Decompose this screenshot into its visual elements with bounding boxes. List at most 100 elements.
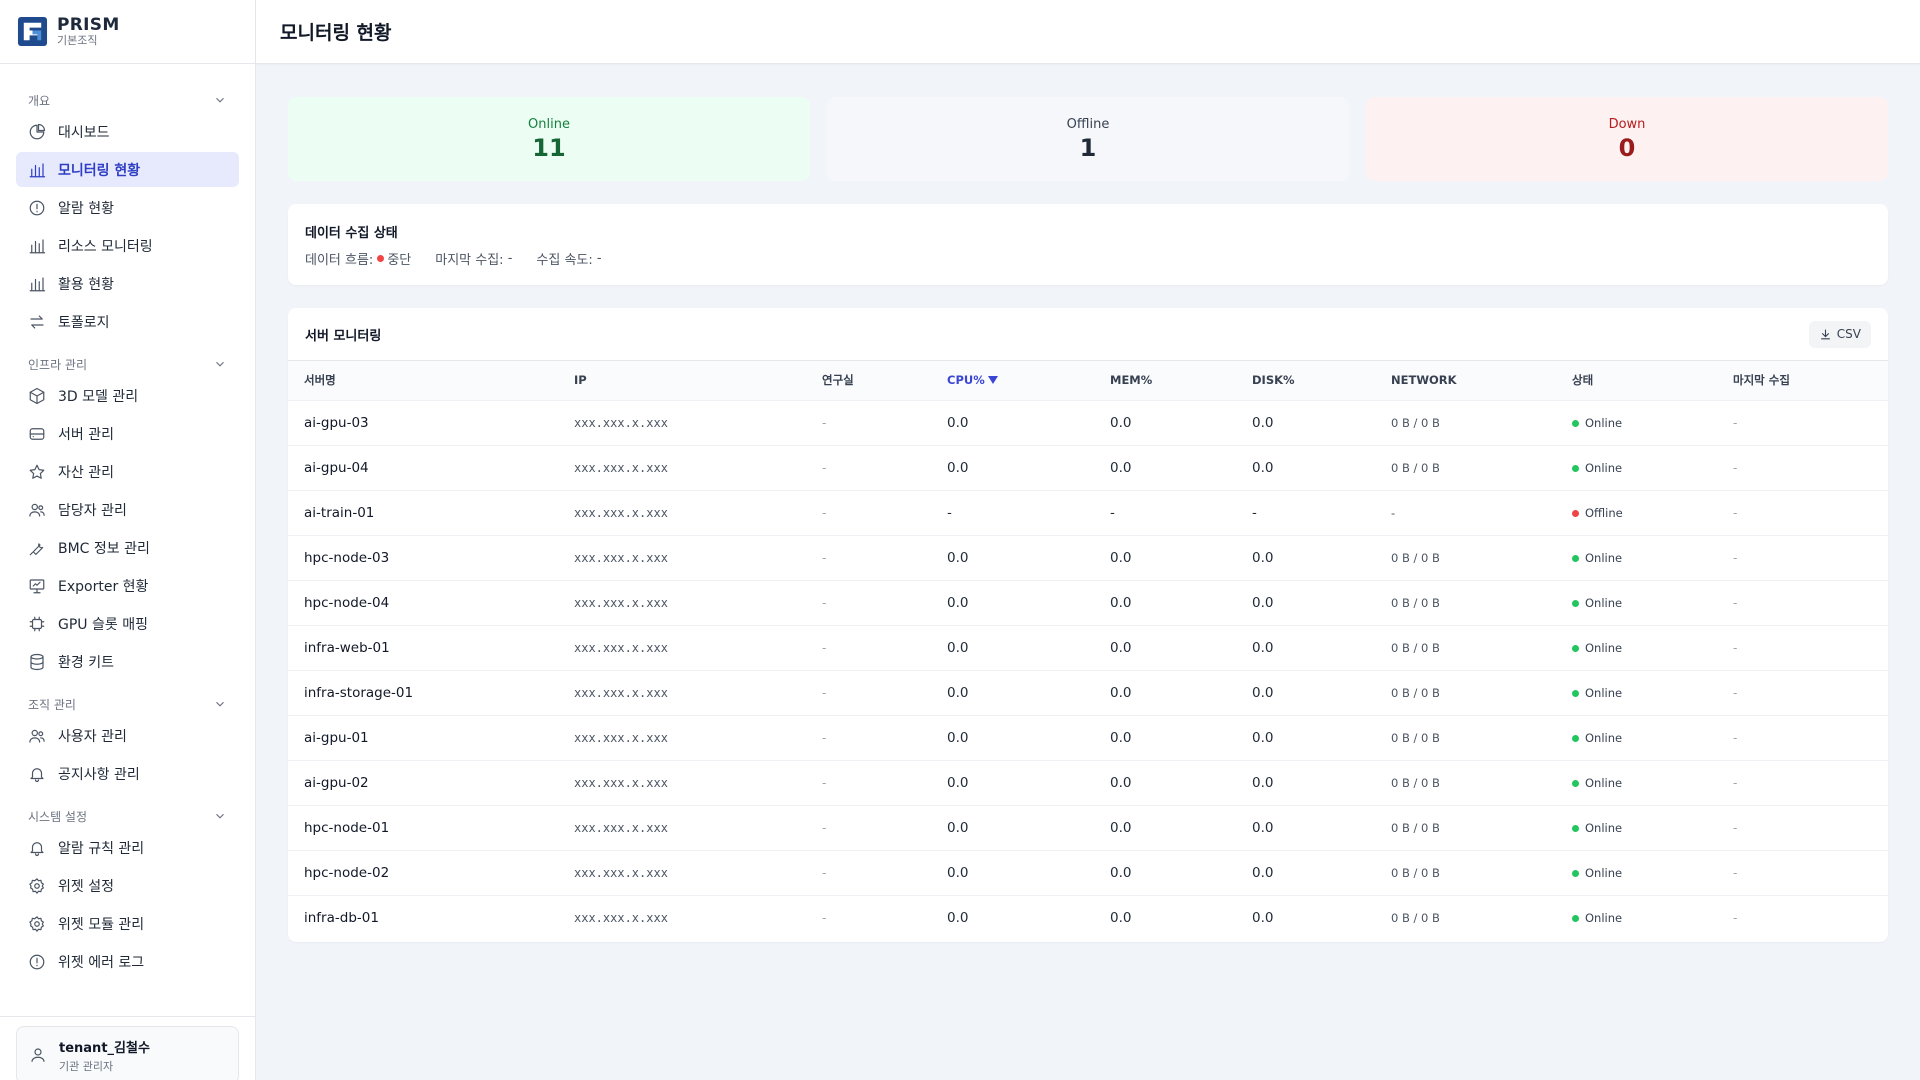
sidebar-item[interactable]: 환경 키트 bbox=[16, 644, 239, 679]
table-row[interactable]: ai-gpu-04 xxx.xxx.x.xxx - 0.0 0.0 0.0 0 B / 0 … bbox=[288, 445, 1888, 490]
sidebar-item[interactable]: GPU 슬롯 매핑 bbox=[16, 606, 239, 641]
table-row[interactable]: hpc-node-03 xxx.xxx.x.xxx - 0.0 0.0 0.0 0 B / … bbox=[288, 535, 1888, 580]
table-row[interactable]: infra-web-01 xxx.xxx.x.xxx - 0.0 0.0 0.0 0 B /… bbox=[288, 625, 1888, 670]
status-text: Online bbox=[1585, 730, 1623, 745]
column-header[interactable]: 연구실 bbox=[806, 361, 931, 401]
cell-cpu: 0.0 bbox=[947, 864, 969, 881]
column-header[interactable]: MEM% bbox=[1094, 361, 1236, 401]
sidebar-item[interactable]: 모니터링 현황 bbox=[16, 152, 239, 187]
cell-mem: - bbox=[1110, 504, 1115, 521]
table-row[interactable]: ai-gpu-02 xxx.xxx.x.xxx - 0.0 0.0 0.0 0 B / 0 … bbox=[288, 760, 1888, 805]
csv-download-button[interactable]: CSV bbox=[1808, 320, 1871, 348]
column-header[interactable]: 상태 bbox=[1556, 361, 1717, 401]
table-row[interactable]: infra-storage-01 xxx.xxx.x.xxx - 0.0 0.0 0.0 0… bbox=[288, 670, 1888, 715]
sidebar-item[interactable]: 사용자 관리 bbox=[16, 718, 239, 753]
cell-ip: xxx.xxx.x.xxx bbox=[574, 910, 668, 925]
cell-cpu: 0.0 bbox=[947, 684, 969, 701]
table-row[interactable]: infra-db-01 xxx.xxx.x.xxx - 0.0 0.0 0.0 0 B / … bbox=[288, 895, 1888, 940]
users-icon bbox=[29, 503, 45, 517]
cell-status: Online bbox=[1556, 715, 1717, 760]
sidebar-item[interactable]: 토폴로지 bbox=[16, 304, 239, 339]
nav-section-label: 조직 관리 bbox=[28, 697, 76, 712]
prism-logo-icon bbox=[17, 16, 48, 47]
sidebar-item[interactable]: Exporter 현황 bbox=[16, 568, 239, 603]
sidebar-item[interactable]: 위젯 에러 로그 bbox=[16, 944, 239, 979]
nav-section-label: 시스템 설정 bbox=[28, 809, 88, 824]
sidebar-item[interactable]: 위젯 설정 bbox=[16, 868, 239, 903]
cell-lab: - bbox=[822, 910, 827, 925]
sidebar-nav: 개요 대시보드 모니터링 현황 알람 현황 리소스 모니터링활용 현황토폴로지인프라 관… bbox=[0, 64, 255, 990]
sidebar-item[interactable]: 서버 관리 bbox=[16, 416, 239, 451]
table-row[interactable]: hpc-node-01 xxx.xxx.x.xxx - 0.0 0.0 0.0 0 B / … bbox=[288, 805, 1888, 850]
bar-chart-icon bbox=[29, 276, 46, 291]
sidebar-item[interactable]: 대시보드 bbox=[16, 114, 239, 149]
column-header[interactable]: IP bbox=[558, 361, 806, 401]
sidebar-item[interactable]: 담당자 관리 bbox=[16, 492, 239, 527]
cell-last: - bbox=[1733, 415, 1738, 430]
brand[interactable]: PRISM 기본조직 bbox=[0, 0, 255, 64]
status-dot-icon bbox=[1572, 509, 1579, 517]
nav-section-header[interactable]: 개요 bbox=[0, 86, 255, 114]
sidebar-item-label: 알람 규칙 관리 bbox=[58, 840, 145, 857]
sidebar-item[interactable]: 위젯 모듈 관리 bbox=[16, 906, 239, 941]
sidebar-item[interactable]: BMC 정보 관리 bbox=[16, 530, 239, 565]
cell-cpu: 0.0 bbox=[947, 909, 969, 926]
cell-net: - bbox=[1391, 505, 1396, 520]
cell-disk: 0.0 bbox=[1252, 684, 1274, 701]
column-header[interactable]: 서버명 bbox=[288, 361, 558, 401]
column-header[interactable]: CPU% bbox=[931, 361, 1094, 401]
cell-ip: xxx.xxx.x.xxx bbox=[574, 820, 668, 835]
sidebar-item[interactable]: 알람 현황 bbox=[16, 190, 239, 225]
chevron-down-icon bbox=[216, 813, 224, 819]
column-header[interactable]: DISK% bbox=[1236, 361, 1375, 401]
sidebar-item[interactable]: 리소스 모니터링 bbox=[16, 228, 239, 263]
table-row[interactable]: ai-gpu-03 xxx.xxx.x.xxx - 0.0 0.0 0.0 0 B / 0 … bbox=[288, 400, 1888, 445]
cell-lab: - bbox=[822, 550, 827, 565]
column-header[interactable]: NETWORK bbox=[1375, 361, 1556, 401]
sidebar-item[interactable]: 알람 규칙 관리 bbox=[16, 830, 239, 865]
down-count: 0 bbox=[1618, 133, 1636, 162]
table-row[interactable]: hpc-node-02 xxx.xxx.x.xxx - 0.0 0.0 0.0 0 B / … bbox=[288, 850, 1888, 895]
server-monitoring-card: 서버 모니터링 CSV 서버명 IP 연구실 CPU% MEM% DISK% NETWORK… bbox=[288, 308, 1888, 942]
collection-speed-label: 수집 속도: bbox=[536, 253, 593, 268]
cell-lab: - bbox=[822, 685, 827, 700]
status-dot-icon bbox=[1572, 734, 1579, 742]
column-header-label: 마지막 수집 bbox=[1733, 373, 1790, 388]
sidebar-item-label: 서버 관리 bbox=[58, 426, 114, 443]
cell-disk: - bbox=[1252, 504, 1257, 521]
nav-section-header[interactable]: 조직 관리 bbox=[0, 690, 255, 718]
last-collection-value: - bbox=[507, 251, 513, 266]
cell-lab: - bbox=[822, 775, 827, 790]
server-table: 서버명 IP 연구실 CPU% MEM% DISK% NETWORK 상태 마지막 수집 ai-… bbox=[288, 361, 1888, 940]
cell-last: - bbox=[1733, 910, 1738, 925]
chip-icon bbox=[29, 616, 45, 631]
nav-section-header[interactable]: 시스템 설정 bbox=[0, 802, 255, 830]
nav-section-header[interactable]: 인프라 관리 bbox=[0, 350, 255, 378]
sidebar-item-label: 활용 현황 bbox=[58, 276, 114, 293]
sidebar-item[interactable]: 활용 현황 bbox=[16, 266, 239, 301]
user-divider bbox=[0, 1016, 256, 1017]
collection-title: 데이터 수집 상태 bbox=[305, 226, 398, 241]
table-row[interactable]: ai-gpu-01 xxx.xxx.x.xxx - 0.0 0.0 0.0 0 B / 0 … bbox=[288, 715, 1888, 760]
sidebar-item[interactable]: 자산 관리 bbox=[16, 454, 239, 489]
table-row[interactable]: ai-train-01 xxx.xxx.x.xxx - - - - - Offline - bbox=[288, 490, 1888, 535]
cell-ip: xxx.xxx.x.xxx bbox=[574, 730, 668, 745]
users-icon bbox=[29, 729, 45, 743]
cell-net: 0 B / 0 B bbox=[1391, 550, 1440, 565]
sidebar-item[interactable]: 3D 모델 관리 bbox=[16, 378, 239, 413]
sidebar-item-label: 공지사항 관리 bbox=[58, 766, 140, 783]
sidebar-item-label: 토폴로지 bbox=[58, 314, 110, 331]
column-header[interactable]: 마지막 수집 bbox=[1717, 361, 1888, 401]
cell-last: - bbox=[1733, 460, 1738, 475]
cell-status: Online bbox=[1556, 400, 1717, 445]
alert-circle-icon bbox=[29, 954, 45, 969]
brand-name: PRISM bbox=[57, 15, 120, 35]
sidebar-item[interactable]: 공지사항 관리 bbox=[16, 756, 239, 791]
sidebar-item-label: BMC 정보 관리 bbox=[58, 540, 150, 557]
status-text: Online bbox=[1585, 460, 1623, 475]
user-profile[interactable]: tenant_김철수 기관 관리자 bbox=[16, 1026, 239, 1080]
table-row[interactable]: hpc-node-04 xxx.xxx.x.xxx - 0.0 0.0 0.0 0 B / … bbox=[288, 580, 1888, 625]
stopped-dot-icon bbox=[377, 255, 385, 262]
cell-last: - bbox=[1733, 505, 1738, 520]
